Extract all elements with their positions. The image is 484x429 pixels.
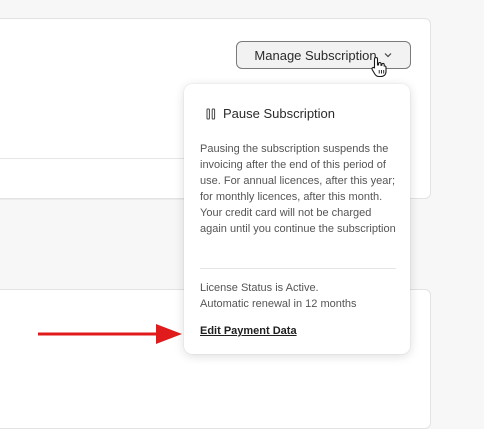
menu-separator: [200, 268, 396, 269]
pause-subscription-menu-item[interactable]: Pause Subscription: [206, 106, 335, 121]
license-status-line: License Status is Active.: [200, 282, 319, 294]
section-divider: [0, 199, 200, 200]
pause-subscription-label: Pause Subscription: [223, 106, 336, 121]
pause-description: Pausing the subscription suspends the in…: [200, 143, 396, 235]
renewal-info-line: Automatic renewal in 12 months: [200, 298, 357, 310]
manage-subscription-label: Manage Subscription: [254, 47, 377, 63]
hand-pointer-cursor-icon: [371, 56, 387, 78]
subscription-dropdown-menu: Pause Subscription Pausing the subscript…: [184, 84, 410, 354]
license-status: License Status is Active. Automatic rene…: [200, 280, 400, 312]
pause-icon: [206, 108, 216, 119]
card-divider: [0, 158, 191, 159]
edit-payment-data-link[interactable]: Edit Payment Data: [200, 325, 297, 337]
red-annotation-arrow-icon: [38, 324, 182, 344]
